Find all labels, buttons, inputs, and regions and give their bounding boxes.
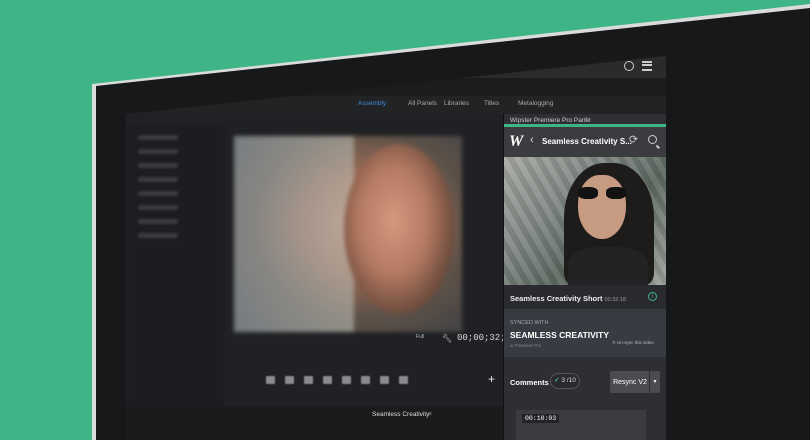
tab-all-panels[interactable]: All Panels (408, 100, 437, 107)
video-thumbnail[interactable] (504, 157, 666, 285)
export-frame-icon[interactable] (399, 376, 408, 384)
video-info-row: Seamless Creativity Short 00:32:18 i (504, 285, 666, 309)
panel-title: Wipster Premiere Pro Panel (510, 117, 591, 124)
video-duration: 00:32:18 (604, 297, 626, 303)
transport-controls (266, 376, 496, 386)
sync-status-box: SYNCED WITH SEAMLESS CREATIVITY in Premi… (504, 309, 666, 357)
menu-icon[interactable] (642, 61, 652, 71)
comments-count-badge[interactable]: ✓ 3 /10 (550, 373, 580, 389)
menu-icons (624, 61, 652, 71)
overwrite-icon[interactable] (380, 376, 389, 384)
tab-metalogging[interactable]: Metalogging (518, 100, 553, 107)
program-monitor[interactable] (234, 136, 462, 332)
step-back-icon[interactable] (304, 376, 313, 384)
premiere-workspace: Full 🔧︎ 00;00;32;18 + Seamless Creativit… (126, 114, 516, 440)
header-title: Seamless Creativity S... (542, 137, 632, 146)
wipster-panel: Wipster Premiere Pro Panel ≡ W ‹ Seamles… (503, 114, 666, 440)
tab-libraries[interactable]: Libraries (444, 100, 469, 107)
resync-dropdown-icon[interactable]: ▼ (649, 371, 660, 393)
step-forward-icon[interactable] (342, 376, 351, 384)
comments-label: Comments (510, 378, 549, 387)
mark-out-icon[interactable] (285, 376, 294, 384)
comment-card[interactable]: 00:10:03 (516, 410, 646, 440)
laptop-screen: Assembly All Panels Libraries Titles Met… (126, 56, 666, 440)
project-panel (128, 126, 224, 426)
tab-assembly[interactable]: Assembly (358, 100, 386, 107)
check-icon: ✓ (554, 377, 560, 384)
back-arrow-icon[interactable]: ‹ (530, 134, 534, 146)
panel-menu-icon[interactable]: ≡ (584, 117, 588, 123)
panel-header: W ‹ Seamless Creativity S... ⟳ (504, 127, 666, 157)
viewer-image (344, 144, 454, 314)
tab-sequence[interactable]: Seamless Creativity (372, 411, 429, 418)
synced-location: in Premiere Pro (510, 343, 542, 348)
search-icon[interactable] (648, 135, 657, 144)
refresh-icon[interactable]: ⟳ (629, 133, 638, 146)
wrench-icon[interactable]: 🔧︎ (442, 334, 452, 343)
comments-bar: Comments ✓ 3 /10 Resync V2 ▼ (504, 366, 666, 400)
unsync-link[interactable]: ✕ Un-sync this video (612, 340, 654, 346)
search-icon[interactable] (624, 61, 634, 71)
wipster-logo: W (509, 133, 524, 150)
synced-sequence-name: SEAMLESS CREATIVITY (510, 330, 610, 340)
synced-label: SYNCED WITH (510, 320, 549, 326)
play-icon[interactable] (323, 376, 332, 384)
tab-titles[interactable]: Titles (484, 100, 499, 107)
mark-in-icon[interactable] (266, 376, 275, 384)
add-button-icon[interactable]: + (488, 372, 495, 386)
timeline-area: Seamless Creativity ≡ (126, 406, 503, 440)
info-icon[interactable]: i (648, 292, 657, 301)
zoom-select[interactable]: Full (416, 334, 424, 340)
close-icon[interactable]: ≡ (428, 411, 432, 418)
comment-timecode[interactable]: 00:10:03 (522, 414, 560, 423)
video-title: Seamless Creativity Short 00:32:18 (510, 294, 626, 303)
insert-icon[interactable] (361, 376, 370, 384)
